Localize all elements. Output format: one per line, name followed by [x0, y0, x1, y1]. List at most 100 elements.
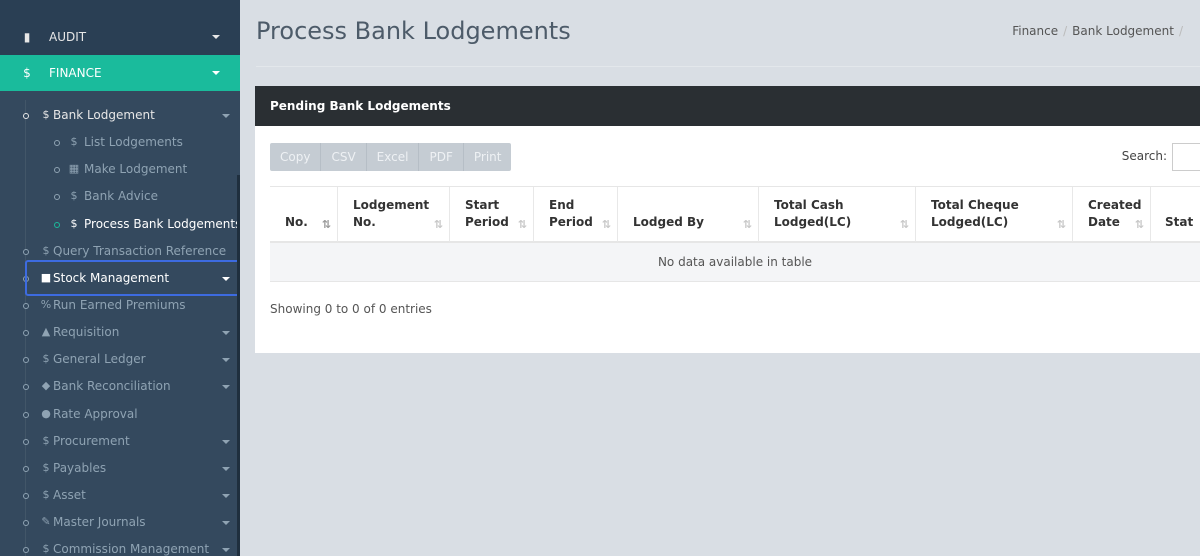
- sort-icon: ⇅: [742, 218, 752, 231]
- gear-icon: ●: [41, 407, 51, 420]
- table-info: Showing 0 to 0 of 0 entries: [270, 302, 432, 316]
- pdf-button[interactable]: PDF: [419, 143, 464, 171]
- money-icon: $: [42, 488, 50, 501]
- sidebar: ▮ AUDIT $ FINANCE $ Bank Lodgement $ Lis…: [0, 0, 240, 556]
- column-header-status[interactable]: Stat: [1150, 187, 1200, 242]
- chevron-down-icon: [222, 494, 230, 498]
- book-icon: ▮: [23, 30, 31, 44]
- sidebar-item-process-bank-lodgements[interactable]: $ Process Bank Lodgements: [0, 211, 240, 238]
- sidebar-item-bank-lodgement[interactable]: $ Bank Lodgement: [0, 102, 240, 129]
- sidebar-item-label: Query Transaction Reference: [53, 244, 227, 258]
- sidebar-item-make-lodgement[interactable]: ▦ Make Lodgement: [0, 156, 240, 183]
- sidebar-item-label: Bank Lodgement: [53, 108, 155, 122]
- sidebar-item-master-journals[interactable]: ✎ Master Journals: [0, 509, 240, 536]
- column-header-label: Lodgement No.: [353, 198, 430, 229]
- bullet-icon: [23, 357, 29, 363]
- table-empty-row: No data available in table: [270, 243, 1200, 282]
- sidebar-item-rate-approval[interactable]: ● Rate Approval: [0, 401, 240, 428]
- print-button[interactable]: Print: [463, 143, 512, 171]
- sidebar-item-run-earned-premiums[interactable]: % Run Earned Premiums: [0, 292, 240, 319]
- sidebar-item-label: Rate Approval: [53, 407, 138, 421]
- column-header-end-period[interactable]: End Period ⇅: [533, 187, 617, 242]
- sidebar-item-label: General Ledger: [53, 352, 146, 366]
- sort-icon: ⇅: [1134, 218, 1144, 231]
- money-icon: $: [42, 461, 50, 474]
- sort-icon: ⇅: [433, 218, 443, 231]
- column-header-total-cheque[interactable]: Total Cheque Lodged(LC) ⇅: [915, 187, 1072, 242]
- bullet-icon: [23, 412, 29, 418]
- table-icon: ▦: [68, 162, 80, 175]
- excel-button[interactable]: Excel: [366, 143, 420, 171]
- bullet-icon: [54, 140, 60, 146]
- chevron-down-icon: [222, 114, 230, 118]
- column-header-label: Total Cheque Lodged(LC): [931, 198, 1019, 229]
- money-icon: $: [42, 108, 50, 121]
- money-icon: $: [70, 135, 78, 148]
- chevron-down-icon: [212, 35, 220, 39]
- bullet-icon: [23, 249, 29, 255]
- sidebar-item-label: Payables: [53, 461, 107, 475]
- bullet-icon: [23, 330, 29, 336]
- sidebar-item-asset[interactable]: $ Asset: [0, 482, 240, 509]
- menu-finance[interactable]: $ FINANCE: [0, 55, 240, 91]
- chevron-down-icon: [222, 331, 230, 335]
- column-header-label: No.: [285, 215, 308, 229]
- copy-button[interactable]: Copy: [270, 143, 322, 171]
- pending-lodgements-panel: Pending Bank Lodgements Copy CSV Excel P…: [255, 86, 1200, 353]
- chevron-down-icon: [222, 521, 230, 525]
- sidebar-item-label: Commission Management: [53, 542, 210, 556]
- breadcrumb-bank-lodgement[interactable]: Bank Lodgement: [1072, 24, 1174, 38]
- menu-audit-label: AUDIT: [49, 30, 87, 44]
- column-header-label: Total Cash Lodged(LC): [774, 198, 852, 229]
- sidebar-item-general-ledger[interactable]: $ General Ledger: [0, 346, 240, 373]
- menu-finance-label: FINANCE: [49, 66, 102, 80]
- sort-icon: ⇅: [601, 218, 611, 231]
- sidebar-item-requisition[interactable]: ▲ Requisition: [0, 319, 240, 346]
- column-header-created-date[interactable]: Created Date ⇅: [1072, 187, 1150, 242]
- column-header-label: Lodged By: [633, 215, 704, 229]
- search-input[interactable]: [1172, 143, 1200, 171]
- sidebar-item-payables[interactable]: $ Payables: [0, 455, 240, 482]
- sidebar-item-bank-reconciliation[interactable]: ◆ Bank Reconciliation: [0, 373, 240, 400]
- sort-icon: ⇅: [899, 218, 909, 231]
- panel-title: Pending Bank Lodgements: [255, 86, 1200, 126]
- search-label: Search:: [1121, 149, 1167, 163]
- chevron-down-icon: [222, 385, 230, 389]
- sidebar-item-label: Asset: [53, 488, 86, 502]
- column-header-label: End Period: [549, 198, 593, 229]
- column-header-label: Start Period: [465, 198, 509, 229]
- column-header-no[interactable]: No. ⇅: [270, 187, 337, 242]
- csv-button[interactable]: CSV: [321, 143, 367, 171]
- bullet-icon: [23, 547, 29, 553]
- sidebar-item-commission-management[interactable]: $ Commission Management: [0, 536, 240, 556]
- sidebar-item-label: Make Lodgement: [84, 162, 188, 176]
- breadcrumb-finance[interactable]: Finance: [1012, 24, 1058, 38]
- money-icon: $: [42, 434, 50, 447]
- sidebar-item-label: Bank Advice: [84, 189, 158, 203]
- sort-asc-icon: ⇅: [321, 218, 331, 231]
- title-divider: [256, 66, 1200, 67]
- chevron-down-icon: [222, 467, 230, 471]
- chevron-down-icon: [222, 548, 230, 552]
- column-header-lodgement-no[interactable]: Lodgement No. ⇅: [337, 187, 449, 242]
- sidebar-item-procurement[interactable]: $ Procurement: [0, 428, 240, 455]
- bullet-icon: [23, 466, 29, 472]
- column-header-total-cash[interactable]: Total Cash Lodged(LC) ⇅: [758, 187, 915, 242]
- table-header: No. ⇅ Lodgement No. ⇅ Start Period ⇅ End…: [270, 186, 1200, 243]
- chevron-down-icon: [222, 440, 230, 444]
- sidebar-item-list-lodgements[interactable]: $ List Lodgements: [0, 129, 240, 156]
- column-header-start-period[interactable]: Start Period ⇅: [449, 187, 533, 242]
- main-content: Process Bank Lodgements Finance / Bank Lod…: [240, 10, 1200, 556]
- breadcrumb: Finance / Bank Lodgement /: [1012, 24, 1188, 38]
- sidebar-item-label: Bank Reconciliation: [53, 379, 171, 393]
- diamond-icon: ◆: [41, 379, 51, 392]
- column-header-lodged-by[interactable]: Lodged By ⇅: [617, 187, 758, 242]
- bullet-icon: [23, 493, 29, 499]
- menu-audit[interactable]: ▮ AUDIT: [0, 19, 240, 55]
- sidebar-item-label: Requisition: [53, 325, 120, 339]
- sidebar-item-label: Run Earned Premiums: [53, 298, 186, 312]
- bell-icon: ▲: [41, 325, 51, 338]
- breadcrumb-separator: /: [1063, 24, 1068, 38]
- sidebar-item-bank-advice[interactable]: $ Bank Advice: [0, 183, 240, 210]
- bullet-icon: [23, 520, 29, 526]
